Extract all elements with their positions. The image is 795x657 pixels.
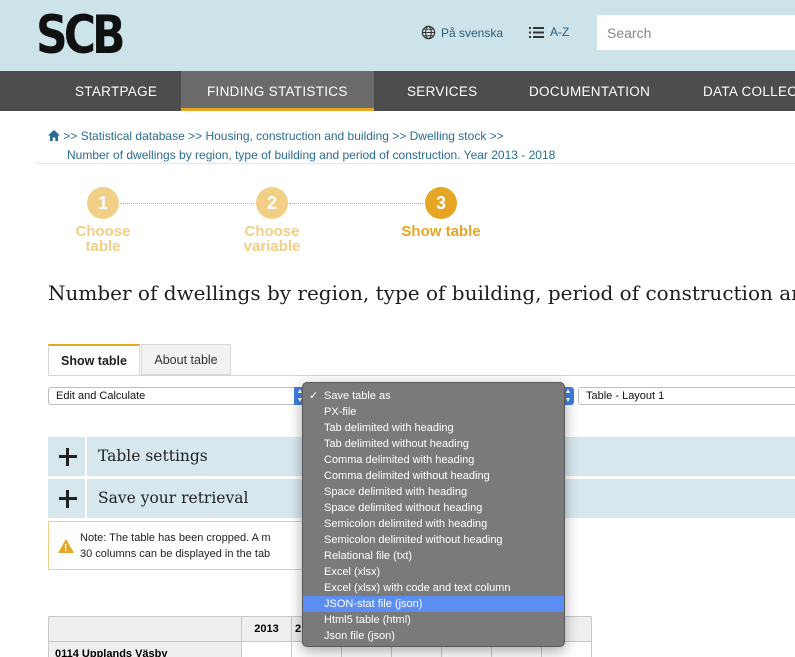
note-line2: 30 columns can be displayed in the tab: [80, 548, 271, 560]
breadcrumb-statistical-database[interactable]: Statistical database: [81, 129, 185, 143]
breadcrumb-housing[interactable]: Housing, construction and building: [205, 129, 388, 143]
option-save-table-as[interactable]: Save table as: [303, 388, 564, 404]
breadcrumb-sep: >>: [188, 129, 203, 143]
step-3-circle: 3: [425, 187, 457, 219]
main-nav: STARTPAGE FINDING STATISTICS SERVICES DO…: [0, 71, 795, 111]
option-comma-without-heading[interactable]: Comma delimited without heading: [303, 468, 564, 484]
home-icon[interactable]: [48, 130, 60, 141]
tab-divider: [48, 375, 795, 376]
note-line1: Note: The table has been cropped. A m: [80, 532, 271, 544]
option-px-file[interactable]: PX-file: [303, 404, 564, 420]
option-excel-code-text[interactable]: Excel (xlsx) with code and text column: [303, 580, 564, 596]
option-json-stat[interactable]: JSON-stat file (json): [303, 596, 564, 612]
step-1-label[interactable]: Choose table: [53, 224, 153, 254]
step-1-circle[interactable]: 1: [87, 187, 119, 219]
step-1-line2: table: [85, 238, 121, 255]
step-connector: [120, 203, 254, 204]
option-space-with-heading[interactable]: Space delimited with heading: [303, 484, 564, 500]
option-space-without-heading[interactable]: Space delimited without heading: [303, 500, 564, 516]
table-cell: [241, 641, 292, 657]
az-label: A-Z: [550, 25, 570, 39]
language-link[interactable]: På svenska: [421, 25, 503, 40]
cropped-note: ! Note: The table has been cropped. A m …: [48, 521, 318, 570]
nav-item-data-collection[interactable]: DATA COLLEC: [703, 71, 795, 111]
page-title: Number of dwellings by region, type of b…: [48, 281, 795, 305]
step-2-circle[interactable]: 2: [256, 187, 288, 219]
option-tab-without-heading[interactable]: Tab delimited without heading: [303, 436, 564, 452]
tab-about-table[interactable]: About table: [141, 344, 231, 375]
option-json-file[interactable]: Json file (json): [303, 628, 564, 644]
edit-calculate-value: Edit and Calculate: [56, 390, 146, 402]
language-label: På svenska: [441, 25, 504, 40]
breadcrumb-sep: >>: [392, 129, 407, 143]
save-as-dropdown[interactable]: Save table as PX-file Tab delimited with…: [302, 382, 565, 647]
option-comma-with-heading[interactable]: Comma delimited with heading: [303, 452, 564, 468]
step-2-line1: Choose: [244, 223, 300, 240]
save-retrieval-title: Save your retrieval: [98, 489, 249, 507]
site-header: SCB På svenska A-Z Search: [0, 0, 795, 71]
option-excel[interactable]: Excel (xlsx): [303, 564, 564, 580]
layout-select[interactable]: Table - Layout 1: [578, 387, 795, 405]
step-1-line1: Choose: [75, 223, 131, 240]
option-semicolon-without-heading[interactable]: Semicolon delimited without heading: [303, 532, 564, 548]
az-link[interactable]: A-Z: [529, 25, 569, 39]
table-corner-cell: [48, 616, 242, 642]
plus-icon[interactable]: [48, 479, 87, 518]
tab-show-table[interactable]: Show table: [48, 344, 140, 375]
row-label: 0114 Upplands Väsby: [48, 641, 242, 657]
step-2-label[interactable]: Choose variable: [222, 224, 322, 254]
step-3-label: Show table: [401, 223, 481, 240]
plus-icon[interactable]: [48, 437, 87, 476]
table-settings-title: Table settings: [98, 447, 208, 465]
edit-calculate-select[interactable]: Edit and Calculate ▲ ▼: [48, 387, 306, 405]
step-connector: [289, 203, 423, 204]
nav-item-startpage[interactable]: STARTPAGE: [75, 71, 157, 111]
search-input[interactable]: Search: [597, 15, 795, 50]
option-tab-with-heading[interactable]: Tab delimited with heading: [303, 420, 564, 436]
layout-value: Table - Layout 1: [586, 390, 665, 402]
option-semicolon-with-heading[interactable]: Semicolon delimited with heading: [303, 516, 564, 532]
breadcrumb-sep: >>: [63, 129, 78, 143]
nav-item-documentation[interactable]: DOCUMENTATION: [529, 71, 650, 111]
year-header: 2013: [241, 616, 292, 642]
scb-logo[interactable]: SCB: [36, 9, 126, 63]
breadcrumb-sep: >>: [489, 129, 504, 143]
breadcrumb-dwelling-stock[interactable]: Dwelling stock: [410, 129, 487, 143]
list-icon: [529, 26, 544, 38]
option-html5-table[interactable]: Html5 table (html): [303, 612, 564, 628]
step-2-line2: variable: [243, 238, 301, 255]
option-relational-file[interactable]: Relational file (txt): [303, 548, 564, 564]
divider: [36, 163, 795, 164]
page: SCB På svenska A-Z Search STARTPAGE FIND…: [0, 0, 795, 657]
breadcrumb: >> Statistical database >> Housing, cons…: [48, 127, 555, 165]
warning-icon: !: [58, 539, 74, 554]
nav-item-finding-statistics[interactable]: FINDING STATISTICS: [181, 71, 374, 111]
globe-icon: [421, 25, 436, 40]
nav-item-services[interactable]: SERVICES: [407, 71, 477, 111]
